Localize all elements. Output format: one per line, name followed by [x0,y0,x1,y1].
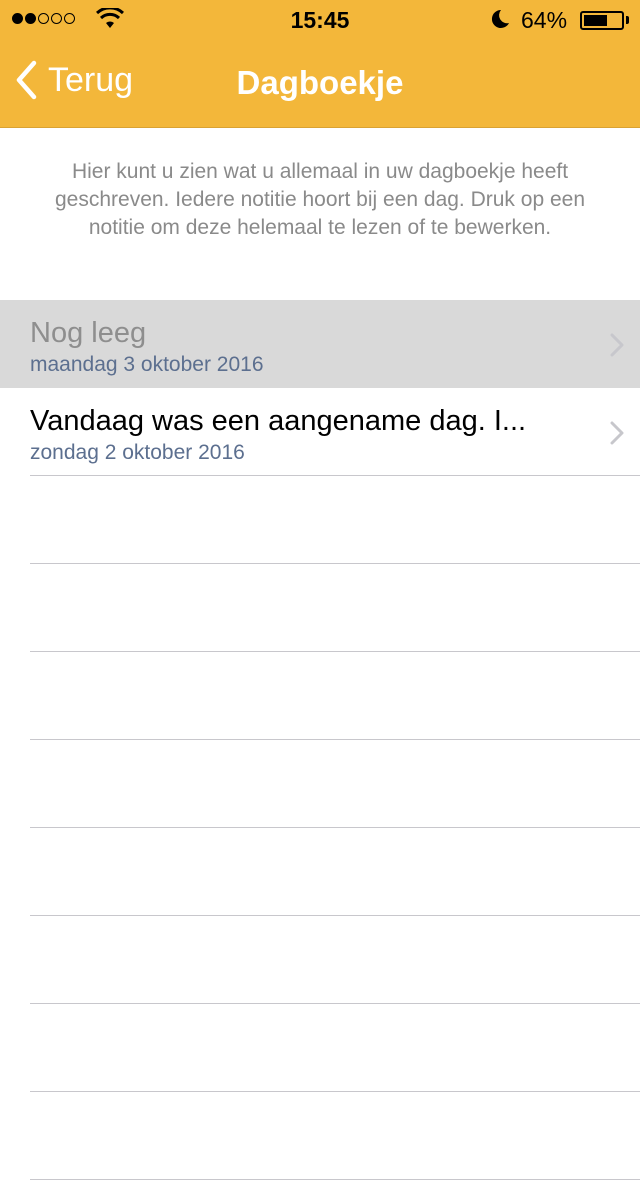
diary-entry-row[interactable]: Vandaag was een aangename dag. I... zond… [0,388,640,476]
entry-date: zondag 2 oktober 2016 [30,441,245,464]
intro-text: Hier kunt u zien wat u allemaal in uw da… [54,160,585,239]
entry-title: Nog leeg [30,317,147,349]
battery-percent: 64% [521,7,568,33]
chevron-right-icon [610,333,624,357]
battery-tip [626,16,629,24]
empty-row [0,1004,640,1092]
empty-row [0,564,640,652]
diary-entry-row[interactable]: Nog leeg maandag 3 oktober 2016 [0,300,640,388]
diary-list: Nog leeg maandag 3 oktober 2016 Vandaag … [0,300,640,1180]
chevron-right-icon [610,421,624,445]
empty-row [0,916,640,1004]
entry-date: maandag 3 oktober 2016 [30,353,264,376]
empty-row [0,652,640,740]
empty-row [0,828,640,916]
battery-icon [580,11,624,30]
moon-icon [491,9,509,28]
battery-level [584,15,607,26]
status-bar: 15:45 64% [0,0,640,40]
empty-row [0,740,640,828]
empty-row [0,476,640,564]
entry-title: Vandaag was een aangename dag. I... [30,405,527,437]
navigation-header: 15:45 64% Terug Dagboekje [0,0,640,128]
page-title: Dagboekje [236,64,404,101]
empty-row [0,1092,640,1180]
